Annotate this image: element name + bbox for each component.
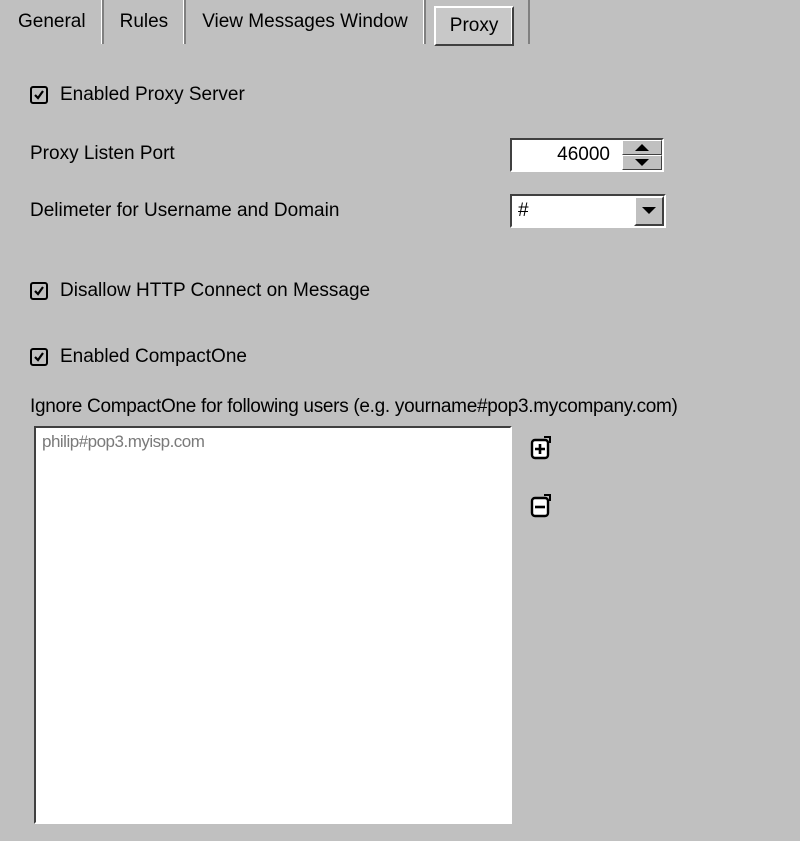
add-user-button[interactable] (530, 436, 552, 460)
enabled-compactone-label: Enabled CompactOne (60, 346, 247, 367)
tab-strip-end (514, 0, 531, 44)
listen-port-spinner[interactable]: 46000 (510, 138, 664, 172)
tab-view-messages-window[interactable]: View Messages Window (186, 0, 426, 44)
tab-proxy[interactable]: Proxy (433, 6, 515, 46)
delimiter-value[interactable]: # (512, 196, 634, 226)
remove-user-button[interactable] (530, 494, 552, 518)
checkmark-icon (34, 286, 44, 296)
spinner-down-button[interactable] (622, 155, 662, 170)
tab-general[interactable]: General (10, 0, 104, 44)
delimiter-label: Delimeter for Username and Domain (30, 200, 340, 221)
delimiter-combobox[interactable]: # (510, 194, 666, 228)
tab-strip: General Rules View Messages Window Proxy (10, 0, 531, 48)
spinner-up-button[interactable] (622, 140, 662, 155)
remove-user-icon (530, 494, 551, 518)
add-user-icon (530, 436, 551, 460)
disallow-http-label: Disallow HTTP Connect on Message (60, 280, 371, 301)
listen-port-label: Proxy Listen Port (30, 143, 175, 164)
enabled-compactone-row[interactable]: Enabled CompactOne (30, 346, 247, 368)
spinner-buttons (622, 140, 662, 170)
disallow-http-row[interactable]: Disallow HTTP Connect on Message (30, 280, 370, 302)
tab-general-label: General (18, 11, 86, 32)
list-item[interactable]: philip#pop3.myisp.com (42, 432, 504, 452)
chevron-down-icon (642, 207, 656, 214)
enabled-proxy-row[interactable]: Enabled Proxy Server (30, 84, 245, 106)
enabled-proxy-checkbox[interactable] (30, 86, 48, 104)
tab-rules-label: Rules (119, 11, 169, 32)
ignore-users-label: Ignore CompactOne for following users (e… (30, 396, 678, 417)
enabled-proxy-label: Enabled Proxy Server (60, 84, 245, 105)
triangle-up-icon (635, 143, 649, 151)
checkmark-icon (34, 352, 44, 362)
listen-port-value[interactable]: 46000 (512, 140, 622, 170)
tab-proxy-label: Proxy (449, 15, 499, 36)
triangle-down-icon (635, 158, 649, 166)
disallow-http-checkbox[interactable] (30, 282, 48, 300)
delimiter-dropdown-button[interactable] (634, 196, 664, 226)
tab-rules[interactable]: Rules (103, 0, 187, 44)
checkmark-icon (34, 90, 44, 100)
ignore-users-list[interactable]: philip#pop3.myisp.com (34, 426, 512, 824)
tab-view-messages-window-label: View Messages Window (202, 11, 408, 32)
enabled-compactone-checkbox[interactable] (30, 348, 48, 366)
